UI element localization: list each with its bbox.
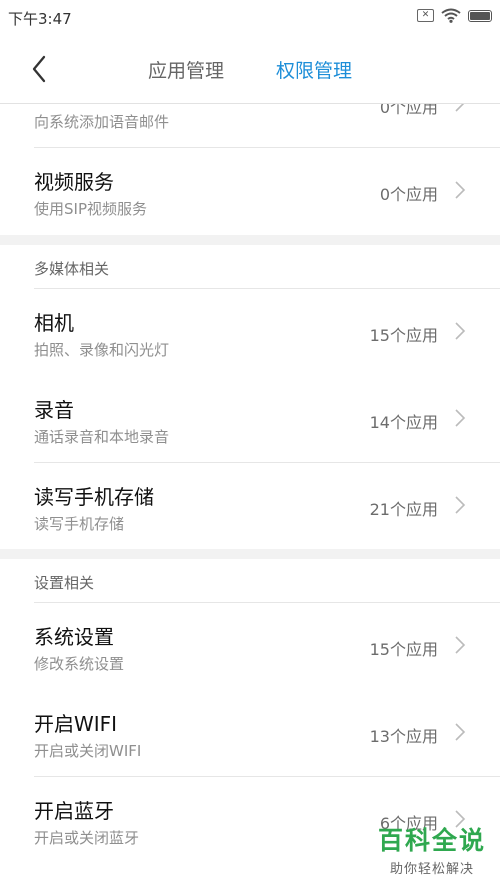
chevron-right-icon — [455, 636, 466, 654]
section-header-settings: 设置相关 — [0, 559, 500, 603]
item-count: 0个应用 — [379, 104, 438, 117]
item-title: 读写手机存储 — [34, 485, 154, 509]
section-gap — [0, 235, 500, 245]
item-subtitle: 使用SIP视频服务 — [34, 200, 147, 218]
list-item-wifi[interactable]: 开启WIFI 开启或关闭WIFI 13个应用 — [0, 690, 500, 777]
chevron-right-icon — [455, 104, 465, 112]
item-title: 开启蓝牙 — [34, 799, 114, 823]
item-count: 0个应用 — [379, 185, 438, 204]
permission-list[interactable]: 向系统添加语音邮件 0个应用 视频服务 使用SIP视频服务 0个应用 多媒体相关… — [0, 104, 500, 889]
status-time: 下午3:47 — [8, 10, 72, 28]
section-label: 设置相关 — [34, 574, 95, 592]
chevron-right-icon — [455, 409, 466, 427]
item-count: 15个应用 — [369, 326, 438, 345]
list-item-storage[interactable]: 读写手机存储 读写手机存储 21个应用 — [0, 463, 500, 550]
section-gap — [0, 549, 500, 559]
item-title: 视频服务 — [34, 170, 114, 194]
item-count: 21个应用 — [369, 500, 438, 519]
list-item-system-settings[interactable]: 系统设置 修改系统设置 15个应用 — [0, 603, 500, 690]
header: 应用管理 权限管理 — [0, 34, 500, 104]
status-bar: 下午3:47 ✕ — [0, 0, 500, 34]
chevron-right-icon — [455, 322, 466, 340]
watermark-logo: 百科全说 助你轻松解决 — [378, 821, 486, 877]
list-item-recording[interactable]: 录音 通话录音和本地录音 14个应用 — [0, 376, 500, 463]
item-subtitle: 开启或关闭蓝牙 — [34, 829, 140, 847]
chevron-right-icon — [455, 723, 466, 741]
item-count: 15个应用 — [369, 640, 438, 659]
item-subtitle: 开启或关闭WIFI — [34, 742, 142, 760]
item-subtitle: 通话录音和本地录音 — [34, 428, 170, 446]
section-header-multimedia: 多媒体相关 — [0, 245, 500, 289]
chevron-right-icon — [455, 181, 466, 199]
item-subtitle: 读写手机存储 — [34, 515, 125, 533]
list-item-camera[interactable]: 相机 拍照、录像和闪光灯 15个应用 — [0, 289, 500, 376]
status-icons: ✕ — [417, 8, 492, 23]
section-label: 多媒体相关 — [34, 260, 110, 278]
tab-permission-management[interactable]: 权限管理 — [276, 56, 352, 83]
list-item-video-service[interactable]: 视频服务 使用SIP视频服务 0个应用 — [0, 148, 500, 235]
item-count: 13个应用 — [369, 727, 438, 746]
tab-app-management[interactable]: 应用管理 — [148, 56, 224, 83]
item-count: 14个应用 — [369, 413, 438, 432]
no-sim-icon: ✕ — [417, 9, 434, 22]
chevron-left-icon[interactable] — [22, 50, 60, 88]
item-subtitle: 修改系统设置 — [34, 655, 125, 673]
list-item-voicemail[interactable]: 向系统添加语音邮件 0个应用 — [0, 104, 500, 148]
item-title: 录音 — [34, 398, 74, 422]
item-subtitle: 拍照、录像和闪光灯 — [34, 341, 170, 359]
chevron-right-icon — [455, 496, 466, 514]
item-title: 相机 — [34, 311, 74, 335]
item-title: 开启WIFI — [34, 712, 118, 736]
wifi-icon — [441, 8, 461, 23]
item-subtitle: 向系统添加语音邮件 — [34, 113, 170, 131]
item-title: 系统设置 — [34, 625, 114, 649]
watermark-title: 百科全说 — [377, 826, 486, 855]
battery-icon — [468, 9, 492, 22]
watermark-subtitle: 助你轻松解决 — [389, 862, 474, 877]
